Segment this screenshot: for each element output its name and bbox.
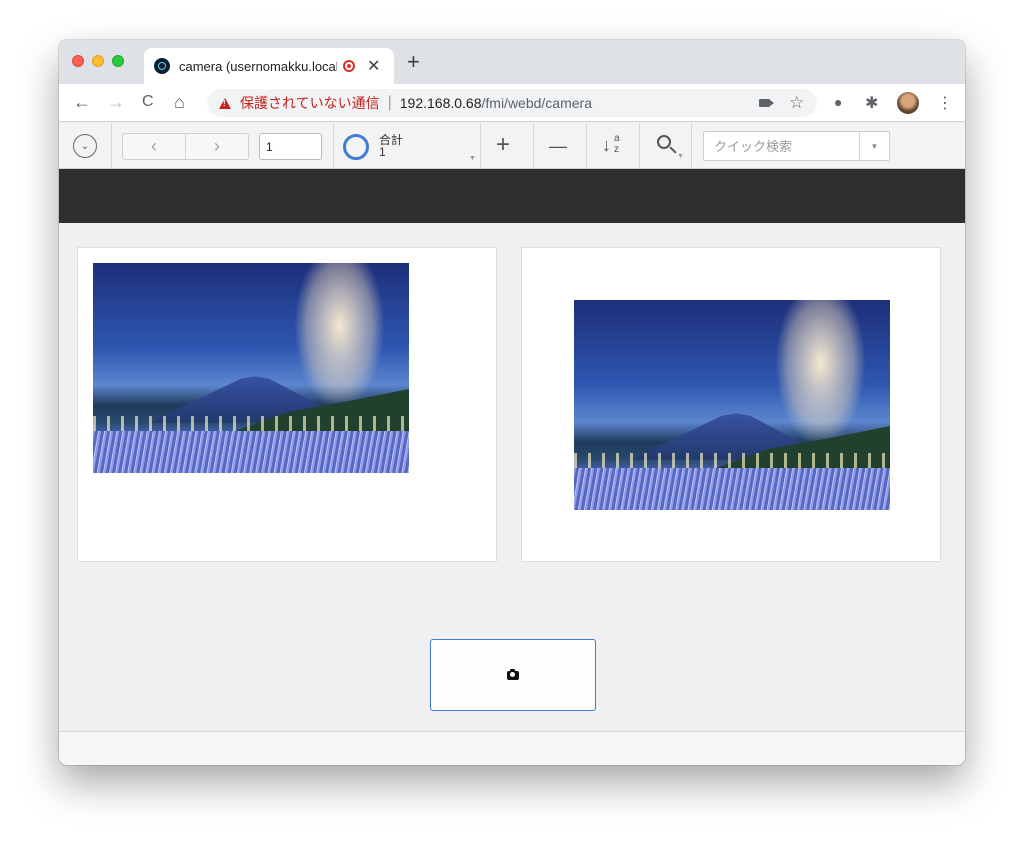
video-camera-icon: [759, 99, 774, 107]
record-navigation: ‹ ›: [122, 133, 249, 160]
total-value: 1: [379, 145, 386, 159]
filemaker-icon: [154, 58, 170, 74]
extension-circle-icon[interactable]: ●: [834, 94, 842, 110]
divider: [480, 123, 481, 169]
sort-arrow-icon: ↓: [602, 135, 611, 155]
captured-photo-container: [77, 247, 497, 562]
find-button[interactable]: ▼: [655, 133, 684, 161]
divider: [691, 123, 692, 169]
bookmark-star-icon[interactable]: ☆: [789, 89, 804, 117]
record-number-input[interactable]: 1: [259, 133, 322, 160]
minimize-window-button[interactable]: [92, 55, 104, 67]
capture-button[interactable]: [430, 639, 596, 711]
captured-photo[interactable]: [93, 263, 409, 473]
record-progress-ring-icon: [343, 134, 369, 160]
maximize-window-button[interactable]: [112, 55, 124, 67]
new-record-button[interactable]: +: [496, 132, 510, 158]
layout-header-band: [59, 169, 965, 223]
find-menu-caret[interactable]: ▼: [677, 153, 684, 160]
browser-menu-icon[interactable]: ⋮: [937, 93, 953, 113]
magnifier-handle: [669, 146, 677, 154]
quick-search: ▼: [703, 131, 890, 161]
processed-photo[interactable]: [574, 300, 890, 510]
divider: [333, 123, 334, 169]
divider: [639, 123, 640, 169]
address-host: 192.168.0.68: [399, 95, 482, 111]
back-button[interactable]: ←: [73, 92, 91, 112]
photo-lights: [574, 453, 890, 468]
delete-record-button[interactable]: —: [549, 133, 567, 159]
layout-body: [59, 223, 965, 731]
processed-photo-container: [521, 247, 941, 562]
security-warning[interactable]: 保護されていない通信: [240, 93, 380, 113]
address-separator: |: [387, 94, 392, 111]
webdirect-toolbar: ⌄ ‹ › 1 合計 1 ▼ + — ↓ a z ▼ ▼: [59, 123, 965, 169]
sort-z-icon: z: [614, 144, 619, 155]
photo-grass: [574, 468, 890, 510]
photo-grass: [93, 431, 409, 473]
address-path: /fmi/webd/camera: [481, 95, 592, 111]
found-set-menu-caret[interactable]: ▼: [469, 155, 476, 162]
photo-lights: [93, 416, 409, 431]
extensions-puzzle-icon[interactable]: ✱: [865, 93, 878, 113]
toolbar-toggle-button[interactable]: ⌄: [73, 134, 97, 158]
browser-window: camera (usernomakku.local) ✕ + ← → C ⌂ 保…: [59, 40, 965, 765]
home-button[interactable]: ⌂: [174, 92, 185, 112]
previous-record-button[interactable]: ‹: [123, 134, 186, 159]
sort-a-icon: a: [614, 133, 620, 144]
camera-in-use-icon[interactable]: [759, 89, 774, 117]
next-record-button[interactable]: ›: [186, 134, 248, 159]
divider: [533, 123, 534, 169]
tab-strip: camera (usernomakku.local) ✕ +: [59, 40, 965, 84]
address-bar[interactable]: 保護されていない通信 | 192.168.0.68 /fmi/webd/came…: [207, 89, 817, 117]
new-tab-button[interactable]: +: [407, 51, 420, 73]
quick-search-dropdown[interactable]: ▼: [859, 132, 889, 160]
camera-icon: [507, 668, 519, 680]
tab-title: camera (usernomakku.local): [179, 58, 337, 74]
profile-avatar[interactable]: [897, 92, 919, 114]
divider: [111, 123, 112, 169]
reload-button[interactable]: C: [142, 92, 154, 112]
status-footer: [59, 731, 965, 765]
tab-close-button[interactable]: ✕: [367, 56, 380, 76]
browser-toolbar: ← → C ⌂ 保護されていない通信 | 192.168.0.68 /fmi/w…: [59, 84, 965, 122]
tab-camera[interactable]: camera (usernomakku.local) ✕: [144, 48, 394, 84]
quick-search-input[interactable]: [704, 132, 859, 160]
forward-button[interactable]: →: [107, 92, 125, 112]
divider: [586, 123, 587, 169]
close-window-button[interactable]: [72, 55, 84, 67]
sort-button[interactable]: ↓ a z: [602, 133, 626, 159]
warning-icon: [219, 97, 231, 109]
recording-icon: [343, 60, 355, 72]
